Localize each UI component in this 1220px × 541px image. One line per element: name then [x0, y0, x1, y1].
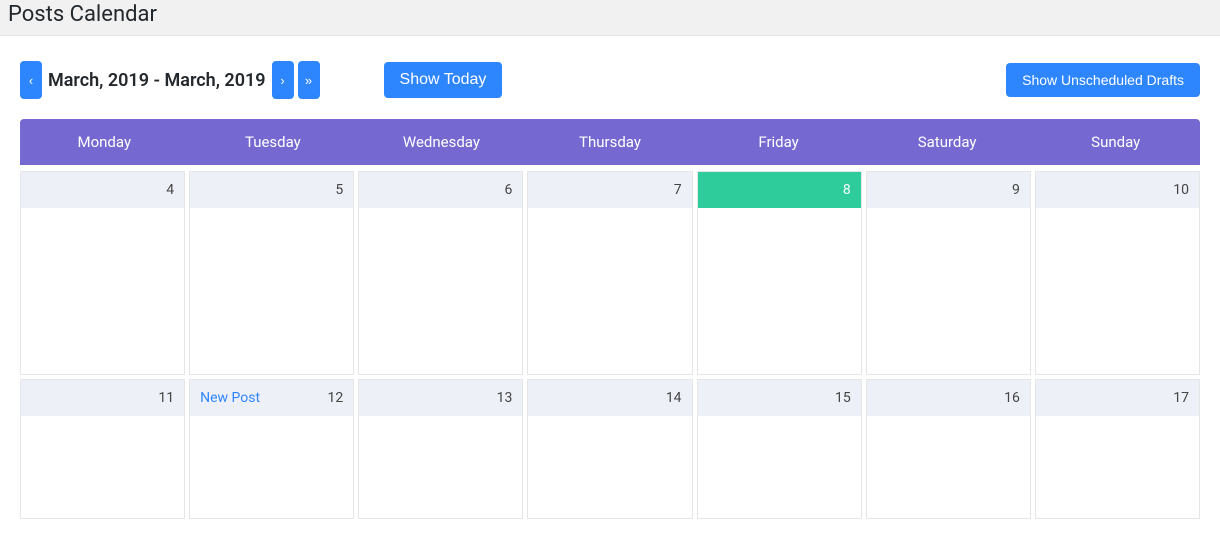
day-cell[interactable]: 4	[20, 171, 185, 375]
day-cell-header: 10	[1036, 172, 1199, 208]
next-double-button[interactable]: »	[298, 61, 320, 99]
day-cell-body	[1036, 208, 1199, 374]
day-cell-header: 8	[698, 172, 861, 208]
day-number: 6	[505, 182, 513, 198]
day-cell-body	[359, 208, 522, 374]
day-cell-body	[698, 208, 861, 374]
calendar-body: 4 5 6 7 8	[20, 171, 1200, 519]
day-header-thursday: Thursday	[526, 119, 695, 165]
day-number: 7	[674, 182, 682, 198]
day-header-saturday: Saturday	[863, 119, 1032, 165]
day-number: 9	[1012, 182, 1020, 198]
day-cell[interactable]: 14	[527, 379, 692, 519]
day-cell-body	[190, 416, 353, 518]
day-cell-header: 4	[21, 172, 184, 208]
day-cell[interactable]: 16	[866, 379, 1031, 519]
show-today-button[interactable]: Show Today	[384, 62, 503, 98]
header-bar: Posts Calendar	[0, 0, 1220, 36]
day-cell-body	[867, 208, 1030, 374]
day-number: 8	[843, 182, 851, 198]
day-number: 15	[835, 390, 851, 406]
day-header-monday: Monday	[20, 119, 189, 165]
day-header-friday: Friday	[694, 119, 863, 165]
day-number: 4	[166, 182, 174, 198]
date-range: March, 2019 - March, 2019	[46, 70, 268, 91]
day-cell-body	[190, 208, 353, 374]
day-header-wednesday: Wednesday	[357, 119, 526, 165]
page-title: Posts Calendar	[8, 2, 1212, 27]
day-cell-body	[1036, 416, 1199, 518]
toolbar-right: Show Unscheduled Drafts	[1006, 63, 1200, 97]
toolbar: ‹ March, 2019 - March, 2019 › » Show Tod…	[0, 36, 1220, 119]
day-cell[interactable]: New Post 12	[189, 379, 354, 519]
day-cell[interactable]: 17	[1035, 379, 1200, 519]
day-cell-body	[21, 416, 184, 518]
day-cell[interactable]: 13	[358, 379, 523, 519]
day-number: 14	[666, 390, 682, 406]
day-cell-body	[698, 416, 861, 518]
day-number: 12	[328, 390, 344, 406]
day-number: 17	[1173, 390, 1189, 406]
day-cell[interactable]: 7	[527, 171, 692, 375]
day-number: 5	[335, 182, 343, 198]
day-cell[interactable]: 6	[358, 171, 523, 375]
day-number: 16	[1004, 390, 1020, 406]
day-cell-header: 6	[359, 172, 522, 208]
day-cell-body	[528, 208, 691, 374]
day-number: 11	[158, 390, 174, 406]
day-cell[interactable]: 5	[189, 171, 354, 375]
day-cell[interactable]: 10	[1035, 171, 1200, 375]
day-cell-header: 13	[359, 380, 522, 416]
day-cell-header: 5	[190, 172, 353, 208]
day-cell-header: 17	[1036, 380, 1199, 416]
day-cell-header: 7	[528, 172, 691, 208]
day-cell-header: 14	[528, 380, 691, 416]
show-unscheduled-drafts-button[interactable]: Show Unscheduled Drafts	[1006, 63, 1200, 97]
day-cell-header: New Post 12	[190, 380, 353, 416]
calendar-header: Monday Tuesday Wednesday Thursday Friday…	[20, 119, 1200, 165]
calendar: Monday Tuesday Wednesday Thursday Friday…	[0, 119, 1220, 519]
day-cell[interactable]: 11	[20, 379, 185, 519]
day-cell-header: 15	[698, 380, 861, 416]
post-event[interactable]: New Post	[200, 390, 260, 406]
day-number: 13	[497, 390, 513, 406]
day-cell-body	[359, 416, 522, 518]
day-header-sunday: Sunday	[1031, 119, 1200, 165]
day-cell-body	[867, 416, 1030, 518]
day-cell-body	[528, 416, 691, 518]
prev-button[interactable]: ‹	[20, 61, 42, 99]
day-cell-body	[21, 208, 184, 374]
day-cell[interactable]: 9	[866, 171, 1031, 375]
day-header-tuesday: Tuesday	[189, 119, 358, 165]
day-number: 10	[1173, 182, 1189, 198]
day-cell-today[interactable]: 8	[697, 171, 862, 375]
day-cell-header: 16	[867, 380, 1030, 416]
toolbar-left: ‹ March, 2019 - March, 2019 › » Show Tod…	[20, 61, 502, 99]
day-cell[interactable]: 15	[697, 379, 862, 519]
day-cell-header: 11	[21, 380, 184, 416]
day-cell-header: 9	[867, 172, 1030, 208]
next-button[interactable]: ›	[272, 61, 294, 99]
